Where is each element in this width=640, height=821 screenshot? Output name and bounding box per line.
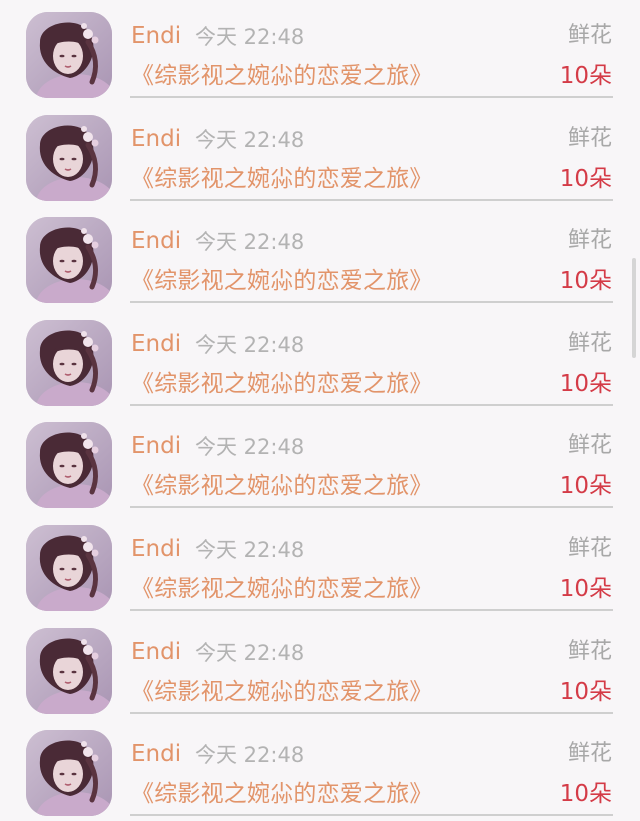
gift-type: 鲜花 xyxy=(567,741,612,767)
timestamp: 今天 22:48 xyxy=(195,435,305,460)
avatar[interactable] xyxy=(26,422,112,509)
divider xyxy=(130,198,613,201)
gift-count: 10朵 xyxy=(559,575,612,602)
timestamp: 今天 22:48 xyxy=(195,743,305,768)
avatar[interactable] xyxy=(26,627,112,714)
divider xyxy=(130,403,613,406)
gift-record-list: Endi 今天 22:48 鲜花 《综影视之婉尛的恋爱之旅》 10朵 Endi … xyxy=(0,0,640,821)
timestamp: 今天 22:48 xyxy=(195,332,305,357)
divider xyxy=(130,711,613,714)
list-item[interactable]: Endi 今天 22:48 鲜花 《综影视之婉尛的恋爱之旅》 10朵 xyxy=(0,308,640,411)
sender-name: Endi xyxy=(131,433,182,460)
avatar[interactable] xyxy=(26,114,112,201)
avatar[interactable] xyxy=(26,730,112,817)
list-item[interactable]: Endi 今天 22:48 鲜花 《综影视之婉尛的恋爱之旅》 10朵 xyxy=(0,205,640,308)
gift-type: 鲜花 xyxy=(567,330,612,356)
list-item[interactable]: Endi 今天 22:48 鲜花 《综影视之婉尛的恋爱之旅》 10朵 xyxy=(0,718,640,821)
gift-type: 鲜花 xyxy=(567,638,612,664)
gift-count: 10朵 xyxy=(559,268,612,295)
book-title-link[interactable]: 《综影视之婉尛的恋爱之旅》 xyxy=(131,267,433,295)
gift-type: 鲜花 xyxy=(567,535,612,561)
divider xyxy=(130,814,613,817)
book-title-link[interactable]: 《综影视之婉尛的恋爱之旅》 xyxy=(131,472,433,500)
gift-type: 鲜花 xyxy=(567,125,612,151)
avatar[interactable] xyxy=(26,524,112,611)
sender-name: Endi xyxy=(131,23,182,49)
gift-type: 鲜花 xyxy=(567,433,612,459)
gift-count: 10朵 xyxy=(559,678,612,705)
sender-name: Endi xyxy=(131,535,182,562)
divider xyxy=(130,506,613,509)
list-item[interactable]: Endi 今天 22:48 鲜花 《综影视之婉尛的恋爱之旅》 10朵 xyxy=(0,103,640,206)
gift-type: 鲜花 xyxy=(567,228,612,254)
timestamp: 今天 22:48 xyxy=(195,537,305,562)
timestamp: 今天 22:48 xyxy=(195,230,305,255)
book-title-link[interactable]: 《综影视之婉尛的恋爱之旅》 xyxy=(131,575,433,603)
divider xyxy=(130,608,613,611)
timestamp: 今天 22:48 xyxy=(195,640,305,665)
sender-name: Endi xyxy=(131,741,182,768)
gift-count: 10朵 xyxy=(559,63,612,89)
list-item[interactable]: Endi 今天 22:48 鲜花 《综影视之婉尛的恋爱之旅》 10朵 xyxy=(0,0,640,103)
list-item[interactable]: Endi 今天 22:48 鲜花 《综影视之婉尛的恋爱之旅》 10朵 xyxy=(0,513,640,616)
divider xyxy=(130,301,613,304)
gift-count: 10朵 xyxy=(559,165,612,192)
divider xyxy=(130,96,613,98)
timestamp: 今天 22:48 xyxy=(195,25,305,49)
sender-name: Endi xyxy=(131,330,182,357)
scrollbar[interactable] xyxy=(632,258,636,358)
book-title-link[interactable]: 《综影视之婉尛的恋爱之旅》 xyxy=(131,780,433,808)
gift-count: 10朵 xyxy=(559,781,612,808)
list-item[interactable]: Endi 今天 22:48 鲜花 《综影视之婉尛的恋爱之旅》 10朵 xyxy=(0,410,640,513)
avatar[interactable] xyxy=(26,319,112,406)
list-item[interactable]: Endi 今天 22:48 鲜花 《综影视之婉尛的恋爱之旅》 10朵 xyxy=(0,616,640,719)
sender-name: Endi xyxy=(131,638,182,665)
gift-type: 鲜花 xyxy=(567,23,612,48)
book-title-link[interactable]: 《综影视之婉尛的恋爱之旅》 xyxy=(131,62,433,90)
book-title-link[interactable]: 《综影视之婉尛的恋爱之旅》 xyxy=(131,165,433,193)
sender-name: Endi xyxy=(131,228,182,255)
gift-count: 10朵 xyxy=(559,473,612,500)
book-title-link[interactable]: 《综影视之婉尛的恋爱之旅》 xyxy=(131,370,433,398)
avatar[interactable] xyxy=(26,12,112,98)
timestamp: 今天 22:48 xyxy=(195,127,305,152)
avatar[interactable] xyxy=(26,217,112,304)
gift-count: 10朵 xyxy=(559,370,612,397)
book-title-link[interactable]: 《综影视之婉尛的恋爱之旅》 xyxy=(131,678,433,706)
sender-name: Endi xyxy=(131,125,182,152)
